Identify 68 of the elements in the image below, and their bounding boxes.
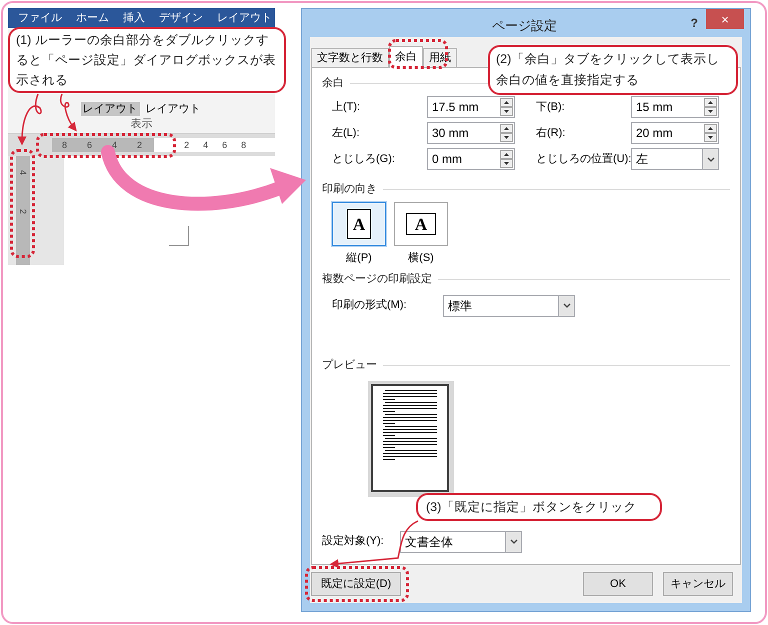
spin-field[interactable]: 30 mm <box>427 122 515 144</box>
field-label: 上(T): <box>332 100 362 115</box>
dialog-button[interactable]: OK <box>583 572 653 596</box>
page-icon: A <box>347 209 371 239</box>
ruler-number: 6 <box>222 140 228 150</box>
spin-field[interactable]: 17.5 mm <box>427 96 515 118</box>
close-button[interactable]: × <box>706 9 744 29</box>
ribbon-tab[interactable]: 挿入 <box>123 12 145 24</box>
field-label: 印刷の形式(M): <box>332 298 408 314</box>
ruler-number: 2 <box>137 140 142 150</box>
ruler-number: 8 <box>62 140 68 150</box>
ruler-number: 4 <box>112 140 118 150</box>
chevron-down-icon <box>562 303 570 308</box>
vertical-ruler[interactable]: 4 2 <box>16 156 30 265</box>
dialog-button[interactable]: 既定に設定(D) <box>311 572 401 596</box>
spin-field[interactable]: 15 mm <box>631 96 719 118</box>
spin-arrows-icon <box>500 98 513 116</box>
ruler-number: 2 <box>184 140 190 150</box>
chevron-down-icon <box>510 539 518 544</box>
margin-corner-mark <box>169 226 189 246</box>
dialog-button[interactable]: キャンセル <box>663 572 733 596</box>
ribbon-tab[interactable]: レイアウト <box>217 12 272 24</box>
spin-field[interactable]: 20 mm <box>631 122 719 144</box>
callout: (1) ルーラーの余白部分をダブルクリックすると「ページ設定」ダイアログボックスが表示される <box>8 27 286 93</box>
ruler-number: 6 <box>87 140 92 150</box>
dropdown[interactable]: 文書全体 <box>400 530 522 552</box>
field-label: とじしろの位置(U): <box>536 152 631 167</box>
orientation-button[interactable]: A <box>332 202 386 246</box>
ribbon-tab[interactable]: ファイル <box>18 12 62 24</box>
help-button[interactable]: ? <box>690 14 698 32</box>
dropdown[interactable]: 左 <box>631 148 719 170</box>
section-title: 印刷の向き <box>322 182 377 197</box>
view-button[interactable]: レイアウト <box>144 102 202 116</box>
callout: (2)「余白」タブをクリックして表示し余白の値を直接指定する <box>488 45 738 95</box>
tab[interactable]: 余白 <box>389 46 423 68</box>
spin-field[interactable]: 0 mm <box>427 148 515 170</box>
spin-arrows-icon <box>500 150 513 168</box>
field-label: 設定対象(Y): <box>322 534 385 550</box>
spin-arrows-icon <box>704 124 717 142</box>
field-label: 下(B): <box>536 100 566 115</box>
leader-line <box>18 94 42 146</box>
spin-arrows-icon <box>704 98 717 116</box>
group-label: 表示 <box>130 118 152 131</box>
ruler-number: 2 <box>18 209 28 214</box>
section-title: プレビュー <box>322 358 377 374</box>
ruler-number: 4 <box>18 170 28 175</box>
field-label: 右(R): <box>536 126 566 141</box>
option-label: 縦(P) <box>346 251 372 266</box>
leader-line <box>60 94 77 132</box>
ruler-margin[interactable]: 8 6 4 2 <box>52 138 154 152</box>
ruler-number: 8 <box>241 140 246 150</box>
window-title: ページ設定 <box>492 17 557 35</box>
callout: (3)「既定に指定」ボタンをクリック <box>416 493 662 521</box>
page-icon: A <box>406 213 436 235</box>
option-label: 横(S) <box>408 251 434 266</box>
chevron-down-icon <box>706 156 714 162</box>
section-title: 複数ページの印刷設定 <box>322 272 432 288</box>
ribbon-tab[interactable]: デザイン <box>159 12 203 24</box>
dropdown[interactable]: 標準 <box>443 294 575 316</box>
ruler-number: 4 <box>203 140 208 150</box>
field-label: とじしろ(G): <box>332 152 396 167</box>
ribbon-tab[interactable]: ホーム <box>76 12 109 24</box>
section-title: 余白 <box>322 76 344 91</box>
view-button[interactable]: レイアウト <box>80 102 140 116</box>
tab[interactable]: 文字数と行数 <box>311 48 389 67</box>
field-label: 左(L): <box>332 126 360 141</box>
spin-arrows-icon <box>500 124 513 142</box>
orientation-button[interactable]: A <box>394 202 448 246</box>
